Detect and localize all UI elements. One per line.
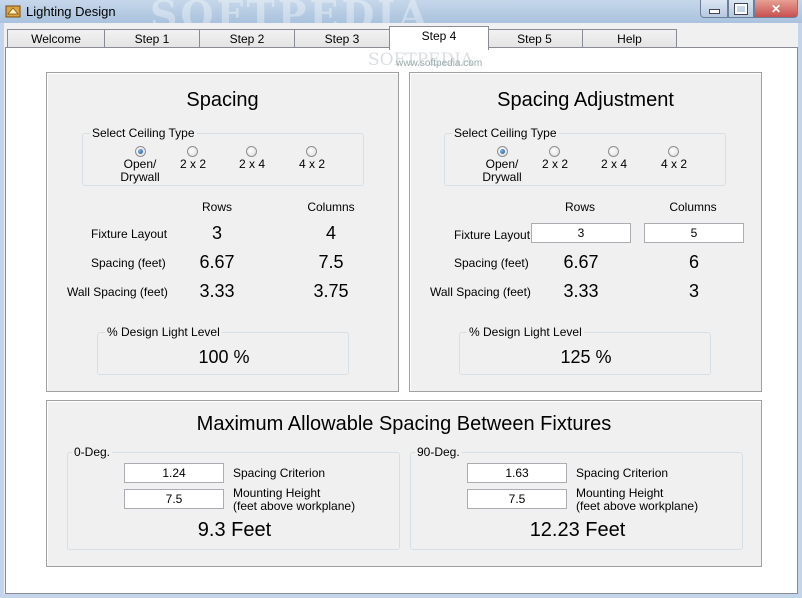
tab-step-4[interactable]: Step 4 bbox=[389, 26, 489, 50]
adj-radio-2x4-label: 2 x 4 bbox=[600, 157, 627, 171]
spacing-feet-label: Spacing (feet) bbox=[91, 256, 166, 270]
tab-step-5[interactable]: Step 5 bbox=[486, 29, 583, 48]
zero-deg-spacing-criterion-input[interactable] bbox=[124, 463, 224, 483]
page-watermark-url: www.softpedia.com bbox=[396, 58, 483, 69]
rows-header: Rows bbox=[201, 200, 232, 214]
spacing-adjustment-title: Spacing Adjustment bbox=[497, 89, 674, 111]
fixture-columns-value: 4 bbox=[325, 223, 336, 243]
adj-radio-4x2[interactable] bbox=[668, 146, 679, 157]
spacing-rows-value: 6.67 bbox=[199, 252, 235, 272]
maximize-button[interactable] bbox=[728, 0, 754, 18]
spacing-columns-value: 7.5 bbox=[318, 252, 344, 272]
fixture-rows-value: 3 bbox=[211, 223, 222, 243]
window-frame: Welcome Step 1 Step 2 Step 3 Step 4 Step… bbox=[0, 23, 802, 598]
zero-deg-mounting-height-sublabel: (feet above workplane) bbox=[233, 499, 356, 513]
adj-radio-2x2-label: 2 x 2 bbox=[541, 157, 568, 171]
ninety-deg-mounting-height-sublabel: (feet above workplane) bbox=[576, 499, 699, 513]
spacing-adjustment-panel: Spacing Adjustment Select Ceiling Type O… bbox=[409, 72, 762, 392]
tab-page-step-4: SOFTPEDIA www.softpedia.com Spacing Sele… bbox=[5, 47, 798, 594]
light-level-group: % Design Light Level 100 % bbox=[97, 325, 349, 375]
ninety-deg-mounting-height-label: Mounting Height bbox=[576, 486, 664, 500]
adj-columns-header: Columns bbox=[669, 200, 717, 214]
light-level-label: % Design Light Level bbox=[105, 325, 222, 339]
adj-light-level-value: 125 % bbox=[560, 347, 612, 367]
app-icon bbox=[5, 5, 21, 18]
adj-radio-4x2-label: 4 x 2 bbox=[660, 157, 687, 171]
radio-open-drywall-label: Open/ Drywall bbox=[120, 157, 160, 184]
adj-radio-open-drywall-label: Open/ Drywall bbox=[482, 157, 522, 184]
adj-spacing-columns-value: 6 bbox=[688, 252, 699, 272]
tab-step-2[interactable]: Step 2 bbox=[199, 29, 295, 48]
adj-radio-2x4[interactable] bbox=[608, 146, 619, 157]
adj-light-level-label: % Design Light Level bbox=[467, 325, 584, 339]
zero-deg-mounting-height-label: Mounting Height bbox=[233, 486, 321, 500]
zero-deg-spacing-criterion-label: Spacing Criterion bbox=[233, 466, 326, 480]
client-area: Welcome Step 1 Step 2 Step 3 Step 4 Step… bbox=[4, 23, 798, 594]
zero-deg-mounting-height-input[interactable] bbox=[124, 489, 224, 509]
radio-2x4-label: 2 x 4 bbox=[238, 157, 265, 171]
fixture-layout-label: Fixture Layout bbox=[91, 227, 168, 241]
radio-2x2[interactable] bbox=[187, 146, 198, 157]
ninety-deg-spacing-criterion-input[interactable] bbox=[467, 463, 567, 483]
ninety-deg-spacing-criterion-label: Spacing Criterion bbox=[576, 466, 669, 480]
tab-step-3[interactable]: Step 3 bbox=[294, 29, 390, 48]
maximize-icon bbox=[734, 2, 748, 15]
close-icon: ✕ bbox=[770, 1, 782, 16]
radio-4x2[interactable] bbox=[306, 146, 317, 157]
spacing-panel: Spacing Select Ceiling Type Open/ Drywal… bbox=[46, 72, 399, 392]
adj-spacing-feet-label: Spacing (feet) bbox=[454, 256, 529, 270]
ninety-deg-mounting-height-input[interactable] bbox=[467, 489, 567, 509]
window-title: Lighting Design bbox=[26, 4, 116, 19]
radio-open-drywall[interactable] bbox=[135, 146, 146, 157]
wall-rows-value: 3.33 bbox=[199, 281, 235, 301]
adj-light-level-group: % Design Light Level 125 % bbox=[459, 325, 711, 375]
title-bar[interactable]: Lighting Design SOFTPEDIA ✕ bbox=[0, 0, 802, 37]
adj-fixture-layout-label: Fixture Layout bbox=[454, 228, 531, 242]
ceiling-type-group: Select Ceiling Type Open/ Drywall 2 x 2 … bbox=[82, 126, 364, 186]
tab-step-1[interactable]: Step 1 bbox=[104, 29, 200, 48]
wall-columns-value: 3.75 bbox=[313, 281, 349, 301]
zero-deg-group: 0-Deg. Spacing Criterion Mounting Height… bbox=[67, 445, 400, 550]
tab-welcome[interactable]: Welcome bbox=[7, 29, 105, 48]
close-button[interactable]: ✕ bbox=[754, 0, 798, 18]
light-level-value: 100 % bbox=[198, 347, 250, 367]
ninety-deg-label: 90-Deg. bbox=[415, 445, 462, 459]
radio-2x2-label: 2 x 2 bbox=[179, 157, 206, 171]
adj-radio-open-drywall[interactable] bbox=[497, 146, 508, 157]
fixture-rows-input[interactable] bbox=[531, 223, 631, 243]
tab-help[interactable]: Help bbox=[582, 29, 677, 48]
max-spacing-title: Maximum Allowable Spacing Between Fixtur… bbox=[196, 413, 612, 435]
adj-spacing-rows-value: 6.67 bbox=[563, 252, 599, 272]
zero-deg-label: 0-Deg. bbox=[72, 445, 113, 459]
adj-rows-header: Rows bbox=[564, 200, 595, 214]
radio-2x4[interactable] bbox=[246, 146, 257, 157]
ninety-deg-result: 12.23 Feet bbox=[529, 519, 626, 541]
radio-4x2-label: 4 x 2 bbox=[298, 157, 325, 171]
fixture-columns-input[interactable] bbox=[644, 223, 744, 243]
minimize-button[interactable] bbox=[700, 0, 728, 18]
adj-ceiling-type-group: Select Ceiling Type Open/ Drywall 2 x 2 … bbox=[444, 126, 726, 186]
adj-wall-spacing-label: Wall Spacing (feet) bbox=[430, 285, 531, 299]
adj-ceiling-type-label: Select Ceiling Type bbox=[452, 126, 559, 140]
wall-spacing-label: Wall Spacing (feet) bbox=[67, 285, 168, 299]
minimize-icon bbox=[708, 9, 720, 14]
adj-wall-rows-value: 3.33 bbox=[563, 281, 599, 301]
adj-wall-columns-value: 3 bbox=[688, 281, 699, 301]
spacing-title: Spacing bbox=[186, 89, 259, 111]
zero-deg-result: 9.3 Feet bbox=[197, 519, 272, 541]
adj-radio-2x2[interactable] bbox=[549, 146, 560, 157]
columns-header: Columns bbox=[307, 200, 355, 214]
max-spacing-panel: Maximum Allowable Spacing Between Fixtur… bbox=[46, 400, 762, 567]
ninety-deg-group: 90-Deg. Spacing Criterion Mounting Heigh… bbox=[410, 445, 743, 550]
ceiling-type-label: Select Ceiling Type bbox=[90, 126, 197, 140]
